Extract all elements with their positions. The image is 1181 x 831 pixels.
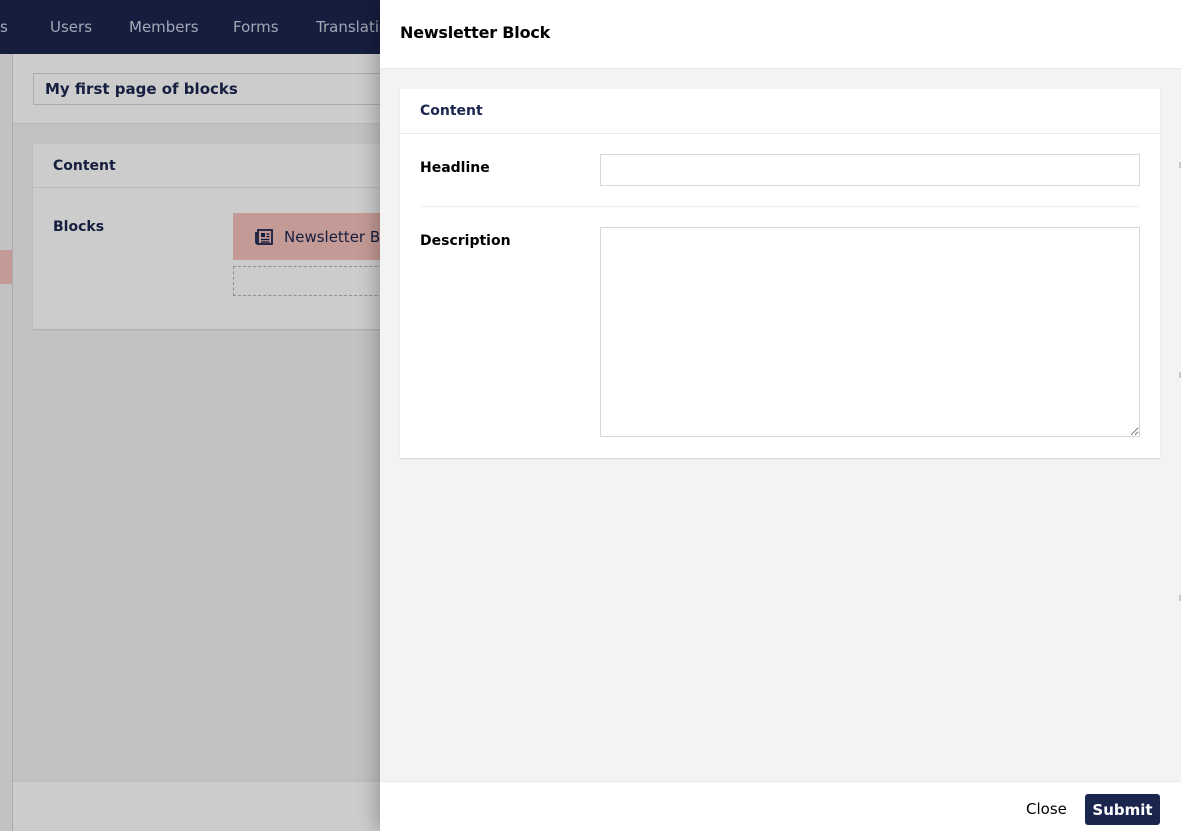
description-textarea[interactable] [600, 227, 1140, 437]
headline-label: Headline [420, 160, 490, 176]
dialog-header: Newsletter Block [380, 0, 1181, 69]
dialog-title: Newsletter Block [400, 23, 551, 42]
dialog-group-title: Content [400, 89, 1160, 134]
block-editor-dialog: Newsletter Block Content Headline Descri… [380, 0, 1181, 831]
submit-button[interactable]: Submit [1085, 794, 1160, 825]
headline-input[interactable] [600, 154, 1140, 186]
field-divider [420, 206, 1140, 207]
app-window: s Users Members Forms Translatio My firs… [0, 0, 1181, 831]
dialog-footer: Close Submit [380, 781, 1181, 831]
dialog-content-panel: Content Headline Description [400, 89, 1160, 458]
description-label: Description [420, 233, 511, 249]
close-button[interactable]: Close [1018, 794, 1075, 824]
